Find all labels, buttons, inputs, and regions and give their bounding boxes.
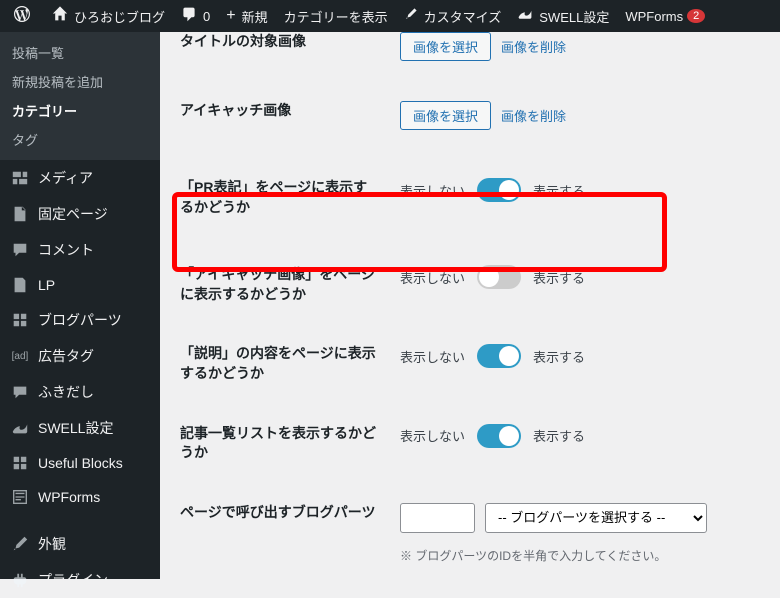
sidebar-item-lp[interactable]: LP: [0, 268, 160, 302]
content-area: タイトルの対象画像 画像を選択 画像を削除 アイキャッチ画像 画像を選択 画像を…: [160, 32, 780, 579]
posts-submenu: 投稿一覧 新規投稿を追加 カテゴリー タグ: [0, 32, 160, 160]
sidebar-item-pages[interactable]: 固定ページ: [0, 196, 160, 232]
sidebar-item-label: WPForms: [38, 489, 100, 505]
sidebar-sub-new-post[interactable]: 新規投稿を追加: [0, 67, 160, 96]
sidebar-item-label: SWELL設定: [38, 418, 113, 438]
sidebar-item-label: ふきだし: [38, 382, 94, 402]
sidebar-item-label: ブログパーツ: [38, 310, 122, 330]
pr-display-toggle[interactable]: [477, 178, 521, 202]
sidebar-item-label: コメント: [38, 240, 94, 260]
home-icon: [52, 6, 68, 27]
title-image-label: タイトルの対象画像: [180, 32, 400, 52]
blogparts-row: ページで呼び出すブログパーツ -- ブログパーツを選択する -- ※ ブログパー…: [180, 483, 760, 579]
lp-icon: [10, 276, 30, 294]
balloon-icon: [10, 383, 30, 401]
wpforms-item[interactable]: WPForms 2: [617, 0, 713, 32]
wordpress-icon: [14, 6, 30, 27]
toggle-off-label: 表示しない: [400, 181, 465, 200]
eyecatch-display-toggle[interactable]: [477, 265, 521, 289]
blogparts-select[interactable]: -- ブログパーツを選択する --: [485, 503, 707, 533]
sidebar-item-label: 固定ページ: [38, 204, 108, 224]
blogparts-label: ページで呼び出すブログパーツ: [180, 503, 400, 523]
pr-display-row: 「PR表記」をページに表示するかどうか 表示しない 表示する: [180, 150, 760, 245]
blocks-icon: [10, 454, 30, 472]
swell-label: SWELL設定: [539, 7, 609, 26]
toggle-off-label: 表示しない: [400, 426, 465, 445]
blogparts-desc: ※ ブログパーツのIDを半角で入力してください。: [400, 547, 760, 564]
blogparts-id-input[interactable]: [400, 503, 475, 533]
title-image-row: タイトルの対象画像 画像を選択 画像を削除: [180, 32, 760, 81]
sidebar-item-label: Useful Blocks: [38, 455, 123, 471]
select-image-button[interactable]: 画像を選択: [400, 32, 491, 61]
swell-menu-icon: [10, 419, 30, 437]
media-icon: [10, 169, 30, 187]
eyecatch-display-row: 「アイキャッチ画像」をページに表示するかどうか 表示しない 表示する: [180, 245, 760, 324]
desc-display-toggle[interactable]: [477, 344, 521, 368]
sidebar-item-plugins[interactable]: プラグイン: [0, 562, 160, 598]
sidebar-item-label: 広告タグ: [38, 346, 94, 366]
eyecatch-image-label: アイキャッチ画像: [180, 101, 400, 121]
wp-logo-item[interactable]: [6, 0, 44, 32]
sidebar-item-label: LP: [38, 277, 55, 293]
toggle-on-label: 表示する: [533, 347, 585, 366]
admin-bar: ひろおじブログ 0 + 新規 カテゴリーを表示 カスタマイズ SWELL設定 W…: [0, 0, 780, 32]
delete-image-link[interactable]: 画像を削除: [501, 106, 566, 125]
eyecatch-display-label: 「アイキャッチ画像」をページに表示するかどうか: [180, 265, 400, 304]
wpforms-label: WPForms: [625, 9, 683, 24]
toggle-on-label: 表示する: [533, 268, 585, 287]
toggle-off-label: 表示しない: [400, 347, 465, 366]
view-category-label: カテゴリーを表示: [284, 7, 388, 26]
new-content-item[interactable]: + 新規: [218, 0, 275, 32]
sidebar-item-appearance[interactable]: 外観: [0, 526, 160, 562]
plus-icon: +: [226, 7, 235, 25]
admin-sidebar: 投稿一覧 新規投稿を追加 カテゴリー タグ メディア 固定ページ コメント LP…: [0, 32, 160, 579]
toggle-on-label: 表示する: [533, 426, 585, 445]
pr-display-label: 「PR表記」をページに表示するかどうか: [180, 178, 400, 217]
customize-item[interactable]: カスタマイズ: [396, 0, 510, 32]
list-display-row: 記事一覧リストを表示するかどうか 表示しない 表示する: [180, 404, 760, 483]
select-image-button[interactable]: 画像を選択: [400, 101, 491, 130]
desc-display-row: 「説明」の内容をページに表示するかどうか 表示しない 表示する: [180, 324, 760, 403]
wpforms-badge: 2: [687, 9, 705, 23]
toggle-off-label: 表示しない: [400, 268, 465, 287]
page-icon: [10, 205, 30, 223]
wpforms-icon: [10, 488, 30, 506]
appearance-icon: [10, 535, 30, 553]
comments-icon: [10, 241, 30, 259]
delete-image-link[interactable]: 画像を削除: [501, 37, 566, 56]
sidebar-item-useful-blocks[interactable]: Useful Blocks: [0, 446, 160, 480]
toggle-on-label: 表示する: [533, 181, 585, 200]
desc-display-label: 「説明」の内容をページに表示するかどうか: [180, 344, 400, 383]
sidebar-item-comments[interactable]: コメント: [0, 232, 160, 268]
comment-icon: [181, 6, 197, 27]
comments-item[interactable]: 0: [173, 0, 218, 32]
sidebar-sub-tags[interactable]: タグ: [0, 125, 160, 154]
site-title: ひろおじブログ: [74, 7, 165, 26]
sidebar-sub-categories[interactable]: カテゴリー: [0, 96, 160, 125]
grid-icon: [10, 311, 30, 329]
swell-icon: [517, 6, 533, 27]
sidebar-item-label: プラグイン: [38, 570, 108, 590]
sidebar-sub-all-posts[interactable]: 投稿一覧: [0, 38, 160, 67]
sidebar-item-balloon[interactable]: ふきだし: [0, 374, 160, 410]
eyecatch-image-row: アイキャッチ画像 画像を選択 画像を削除: [180, 81, 760, 150]
customize-label: カスタマイズ: [424, 7, 502, 26]
sidebar-item-ad-tag[interactable]: [ad] 広告タグ: [0, 338, 160, 374]
list-display-toggle[interactable]: [477, 424, 521, 448]
brush-icon: [404, 7, 418, 26]
ad-icon: [ad]: [10, 351, 30, 362]
sidebar-item-swell[interactable]: SWELL設定: [0, 410, 160, 446]
plugin-icon: [10, 571, 30, 589]
sidebar-item-label: メディア: [38, 168, 93, 188]
new-label: 新規: [242, 7, 268, 26]
swell-settings-item[interactable]: SWELL設定: [509, 0, 617, 32]
sidebar-item-label: 外観: [38, 534, 66, 554]
comments-count: 0: [203, 9, 210, 24]
site-name-item[interactable]: ひろおじブログ: [44, 0, 173, 32]
sidebar-item-wpforms[interactable]: WPForms: [0, 480, 160, 514]
sidebar-item-media[interactable]: メディア: [0, 160, 160, 196]
sidebar-item-blogparts[interactable]: ブログパーツ: [0, 302, 160, 338]
list-display-label: 記事一覧リストを表示するかどうか: [180, 424, 400, 463]
view-category-item[interactable]: カテゴリーを表示: [276, 0, 396, 32]
